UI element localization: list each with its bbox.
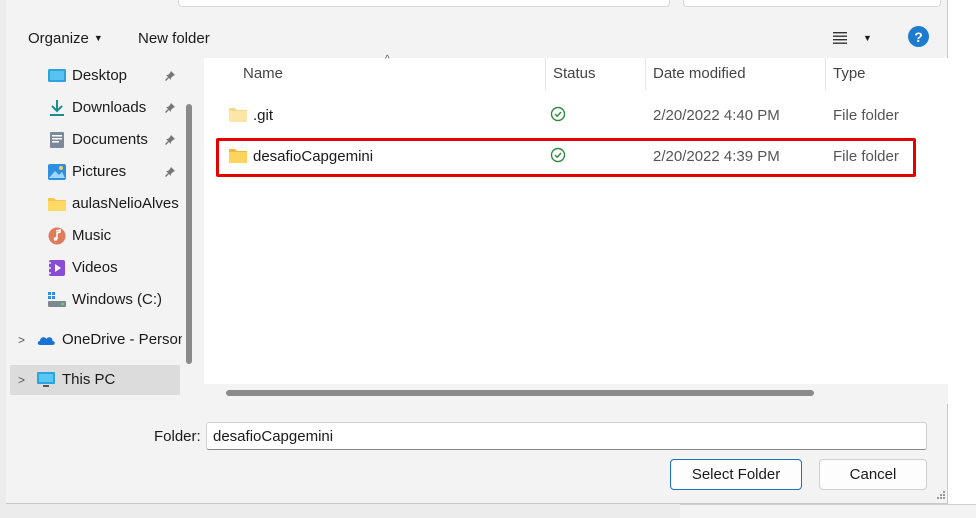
select-folder-label: Select Folder (691, 466, 781, 483)
download-icon (50, 100, 64, 116)
music-icon (48, 227, 66, 245)
nav-scrollbar[interactable] (186, 104, 192, 364)
nav-item-videos[interactable]: Videos (6, 253, 182, 283)
nav-item-this-pc[interactable]: > This PC (10, 365, 180, 395)
file-date: 2/20/2022 4:40 PM (653, 107, 780, 124)
search-box[interactable] (683, 0, 941, 7)
nav-label: Pictures (72, 163, 127, 180)
drive-icon (48, 292, 66, 307)
sync-ok-icon (550, 106, 566, 122)
folder-icon (229, 149, 247, 163)
select-folder-dialog: Organize ▼ New folder ▼ ? Desktop Downlo… (6, 0, 948, 504)
background-window (948, 0, 976, 518)
file-row[interactable]: desafioCapgemini 2/20/2022 4:39 PM File … (204, 140, 948, 174)
nav-item-music[interactable]: Music (6, 221, 182, 251)
folder-icon (229, 108, 247, 122)
list-view-icon (833, 32, 847, 44)
folder-label: Folder: (154, 428, 201, 445)
pin-icon (165, 135, 175, 145)
file-date: 2/20/2022 4:39 PM (653, 148, 780, 165)
command-bar: Organize ▼ New folder ▼ ? (6, 18, 948, 58)
column-header: ^ Name Status Date modified Type (204, 54, 948, 90)
column-type[interactable]: Type (833, 65, 866, 82)
chevron-right-icon[interactable]: > (18, 373, 25, 387)
nav-label: Music (72, 227, 112, 244)
desktop-icon (48, 69, 66, 82)
select-folder-button[interactable]: Select Folder (670, 459, 802, 490)
nav-label: This PC (62, 371, 116, 388)
horizontal-scrollbar[interactable] (204, 384, 948, 404)
help-button[interactable]: ? (908, 26, 929, 47)
pin-icon (165, 71, 175, 81)
column-separator[interactable] (645, 58, 646, 90)
nav-label: Documents (72, 131, 148, 148)
file-list: ^ Name Status Date modified Type .git 2/… (204, 54, 948, 404)
new-folder-button[interactable]: New folder (138, 26, 210, 50)
file-row[interactable]: .git 2/20/2022 4:40 PM File folder (204, 99, 948, 133)
nav-item-onedrive[interactable]: > OneDrive - Person (6, 325, 182, 355)
folder-icon (48, 198, 66, 211)
resize-grip-icon[interactable] (936, 490, 946, 500)
nav-item-desktop[interactable]: Desktop (6, 61, 182, 91)
column-name[interactable]: Name (243, 65, 283, 82)
chevron-right-icon[interactable]: > (18, 333, 25, 347)
organize-button[interactable]: Organize ▼ (28, 26, 103, 50)
navigation-pane: Desktop Downloads Documents Pictures aul… (6, 58, 182, 404)
view-options-button[interactable] (832, 26, 848, 50)
pc-icon (37, 372, 55, 387)
column-separator[interactable] (825, 58, 826, 90)
cancel-button[interactable]: Cancel (819, 459, 927, 490)
pin-icon (165, 103, 175, 113)
pin-icon (165, 167, 175, 177)
help-icon: ? (914, 28, 923, 45)
nav-label: Downloads (72, 99, 147, 116)
nav-label: Windows (C:) (72, 291, 163, 308)
column-date-modified[interactable]: Date modified (653, 65, 746, 82)
nav-item-documents[interactable]: Documents (6, 125, 182, 155)
sort-ascending-icon: ^ (385, 54, 390, 65)
nav-label: Videos (72, 259, 118, 276)
nav-label: Desktop (72, 67, 128, 84)
file-name: .git (253, 107, 274, 124)
column-status[interactable]: Status (553, 65, 596, 82)
onedrive-icon (37, 337, 55, 345)
nav-item-pictures[interactable]: Pictures (6, 157, 182, 187)
sync-ok-icon (550, 147, 566, 163)
chevron-down-icon: ▼ (93, 33, 103, 43)
file-type: File folder (833, 148, 899, 165)
cancel-label: Cancel (849, 466, 897, 483)
nav-label: aulasNelioAlves (72, 195, 179, 212)
background-taskbar-strip (680, 504, 976, 518)
organize-label: Organize (28, 29, 89, 47)
nav-item-windows-c[interactable]: Windows (C:) (6, 285, 182, 315)
documents-icon (50, 132, 64, 148)
videos-icon (49, 260, 65, 276)
view-dropdown-chevron-icon[interactable]: ▼ (863, 26, 872, 50)
nav-label: OneDrive - Person (62, 331, 182, 348)
file-type: File folder (833, 107, 899, 124)
scrollbar-thumb[interactable] (226, 390, 814, 396)
column-separator[interactable] (545, 58, 546, 90)
nav-item-aulasnelioalves[interactable]: aulasNelioAlves (6, 189, 182, 219)
new-folder-label: New folder (138, 29, 210, 47)
top-bar (6, 0, 948, 18)
folder-name-input[interactable] (206, 422, 927, 450)
nav-item-downloads[interactable]: Downloads (6, 93, 182, 123)
file-name: desafioCapgemini (253, 148, 374, 165)
pictures-icon (48, 164, 66, 180)
address-bar[interactable] (178, 0, 670, 7)
